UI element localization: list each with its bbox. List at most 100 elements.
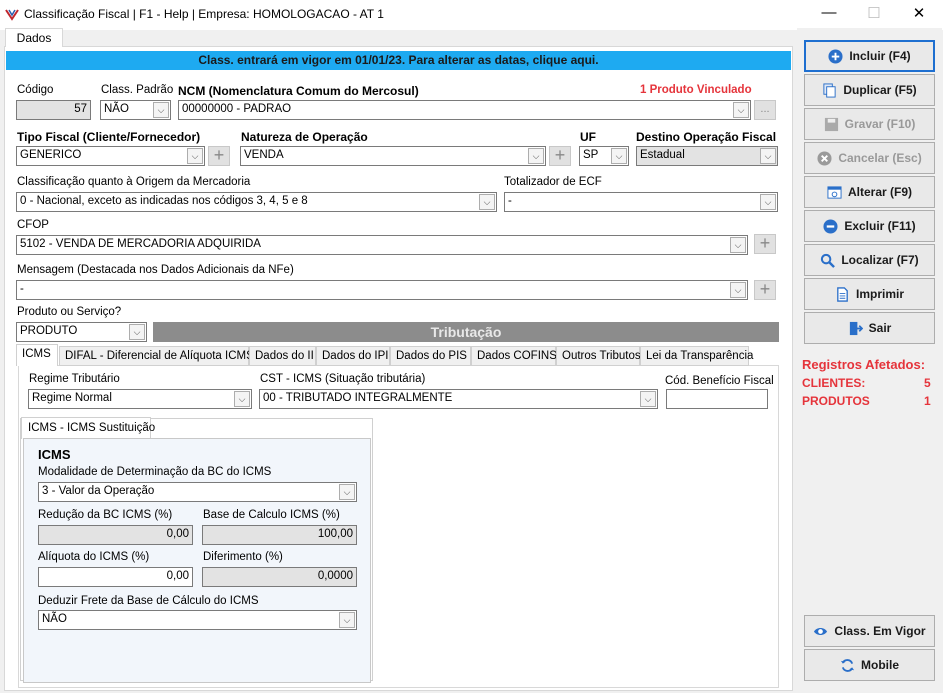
aliquota-input[interactable]: 0,00	[38, 567, 193, 587]
localizar-label: Localizar (F7)	[841, 253, 919, 267]
codigo-field[interactable]: 57	[16, 100, 91, 120]
tab-dados-ii[interactable]: Dados do II	[249, 346, 316, 366]
plus-circle-icon	[828, 48, 843, 64]
tab-difal[interactable]: DIFAL - Diferencial de Alíquota ICMS	[59, 346, 254, 366]
chevron-down-icon[interactable]: ⌵	[339, 612, 355, 628]
totalizador-select[interactable]: - ⌵	[504, 192, 778, 212]
class-padrao-value: NÃO	[104, 103, 129, 115]
cst-value: 00 - TRIBUTADO INTEGRALMENTE	[263, 392, 453, 404]
base-input[interactable]: 100,00	[202, 525, 357, 545]
reducao-label: Redução da BC ICMS (%)	[38, 509, 173, 521]
mensagem-select[interactable]: - ⌵	[16, 280, 748, 300]
tab-icms-substituicao[interactable]: ICMS - ICMS Sustituição	[21, 417, 155, 439]
base-label: Base de Calculo ICMS (%)	[203, 509, 340, 521]
codigo-label: Código	[17, 84, 54, 96]
vigor-banner[interactable]: Class. entrará em vigor em 01/01/23. Par…	[6, 51, 791, 70]
chevron-down-icon[interactable]: ⌵	[187, 148, 203, 164]
excluir-button[interactable]: Excluir (F11)	[804, 210, 935, 242]
chevron-down-icon[interactable]: ⌵	[760, 148, 776, 164]
tab-dados-cofins[interactable]: Dados COFINS	[471, 346, 557, 366]
cod-beneficio-label: Cód. Benefício Fiscal	[665, 375, 774, 387]
chevron-down-icon[interactable]: ⌵	[339, 484, 355, 500]
uf-select[interactable]: SP ⌵	[579, 146, 629, 166]
alterar-label: Alterar (F9)	[847, 185, 912, 199]
tab-dados-pis[interactable]: Dados do PIS	[390, 346, 471, 366]
maximize-button[interactable]: ☐	[851, 4, 897, 26]
add-cfop-button[interactable]: +	[754, 234, 776, 254]
chevron-down-icon[interactable]: ⌵	[730, 282, 746, 298]
tributacao-header: Tributação	[153, 322, 779, 342]
sair-button[interactable]: Sair	[804, 312, 935, 344]
deduzir-select[interactable]: NÃO ⌵	[38, 610, 357, 630]
close-button[interactable]: ✕	[896, 4, 942, 26]
chevron-down-icon[interactable]: ⌵	[234, 391, 250, 407]
totalizador-value: -	[508, 195, 512, 207]
aliquota-label: Alíquota do ICMS (%)	[38, 551, 150, 563]
natureza-select[interactable]: VENDA ⌵	[240, 146, 546, 166]
tipo-fiscal-select[interactable]: GENERICO ⌵	[16, 146, 205, 166]
save-icon	[824, 117, 838, 131]
incluir-button[interactable]: Incluir (F4)	[804, 40, 935, 72]
modalidade-value: 3 - Valor da Operação	[42, 485, 155, 497]
window-title: Classificação Fiscal | F1 - Help | Empre…	[24, 7, 384, 21]
cfop-select[interactable]: 5102 - VENDA DE MERCADORIA ADQUIRIDA ⌵	[16, 235, 748, 255]
tab-dados-ipi[interactable]: Dados do IPI	[316, 346, 390, 366]
document-icon	[837, 286, 848, 302]
add-tipo-fiscal-button[interactable]: +	[208, 146, 230, 166]
class-padrao-label: Class. Padrão	[101, 84, 174, 96]
ncm-select[interactable]: 00000000 - PADRAO ⌵	[178, 100, 751, 120]
clientes-label: CLIENTES:	[802, 376, 866, 390]
chevron-down-icon[interactable]: ⌵	[640, 391, 656, 407]
incluir-label: Incluir (F4)	[849, 49, 911, 63]
cod-beneficio-input[interactable]	[666, 389, 768, 409]
regime-select[interactable]: Regime Normal ⌵	[28, 389, 252, 409]
chevron-down-icon[interactable]: ⌵	[733, 102, 749, 118]
origem-value: 0 - Nacional, exceto as indicadas nos có…	[20, 195, 308, 207]
chevron-down-icon[interactable]: ⌵	[611, 148, 627, 164]
tab-dados[interactable]: Dados	[5, 28, 63, 47]
ncm-search-button[interactable]: ...	[754, 100, 776, 120]
cfop-label: CFOP	[17, 219, 49, 231]
tab-icms[interactable]: ICMS	[16, 344, 58, 366]
modalidade-select[interactable]: 3 - Valor da Operação ⌵	[38, 482, 357, 502]
cst-label: CST - ICMS (Situação tributária)	[260, 373, 426, 385]
deduzir-label: Deduzir Frete da Base de Cálculo do ICMS	[38, 595, 259, 607]
ncm-label: NCM (Nomenclatura Comum do Mercosul)	[178, 84, 419, 98]
duplicar-label: Duplicar (F5)	[843, 83, 917, 97]
add-mensagem-button[interactable]: +	[754, 280, 776, 300]
diferimento-input[interactable]: 0,0000	[202, 567, 357, 587]
clientes-count: 5	[924, 376, 931, 390]
chevron-down-icon[interactable]: ⌵	[153, 102, 169, 118]
origem-select[interactable]: 0 - Nacional, exceto as indicadas nos có…	[16, 192, 497, 212]
cancelar-button[interactable]: Cancelar (Esc)	[804, 142, 935, 174]
tab-outros-tributos[interactable]: Outros Tributos	[556, 346, 641, 366]
class-padrao-select[interactable]: NÃO ⌵	[100, 100, 171, 120]
origem-label: Classificação quanto à Origem da Mercado…	[17, 176, 251, 188]
tipo-fiscal-value: GENERICO	[20, 149, 82, 161]
tab-lei-transparencia[interactable]: Lei da Transparência	[640, 346, 753, 366]
mobile-button[interactable]: Mobile	[804, 649, 935, 681]
chevron-down-icon[interactable]: ⌵	[730, 237, 746, 253]
produto-vinculado-link[interactable]: 1 Produto Vinculado	[640, 84, 752, 96]
class-em-vigor-button[interactable]: Class. Em Vigor	[804, 615, 935, 647]
tipo-fiscal-label: Tipo Fiscal (Cliente/Fornecedor)	[17, 130, 201, 144]
destino-select[interactable]: Estadual ⌵	[636, 146, 778, 166]
chevron-down-icon[interactable]: ⌵	[129, 324, 145, 340]
cst-select[interactable]: 00 - TRIBUTADO INTEGRALMENTE ⌵	[259, 389, 658, 409]
excluir-label: Excluir (F11)	[844, 219, 916, 233]
localizar-button[interactable]: Localizar (F7)	[804, 244, 935, 276]
chevron-down-icon[interactable]: ⌵	[528, 148, 544, 164]
sair-label: Sair	[868, 321, 892, 335]
chevron-down-icon[interactable]: ⌵	[760, 194, 776, 210]
destino-value: Estadual	[640, 149, 685, 161]
minimize-button[interactable]: —	[806, 4, 852, 26]
imprimir-button[interactable]: Imprimir	[804, 278, 935, 310]
reducao-input[interactable]: 0,00	[38, 525, 193, 545]
chevron-down-icon[interactable]: ⌵	[479, 194, 495, 210]
produto-servico-select[interactable]: PRODUTO ⌵	[16, 322, 147, 342]
diferimento-label: Diferimento (%)	[203, 551, 283, 563]
gravar-button[interactable]: Gravar (F10)	[804, 108, 935, 140]
add-natureza-button[interactable]: +	[549, 146, 571, 166]
duplicar-button[interactable]: Duplicar (F5)	[804, 74, 935, 106]
alterar-button[interactable]: Alterar (F9)	[804, 176, 935, 208]
